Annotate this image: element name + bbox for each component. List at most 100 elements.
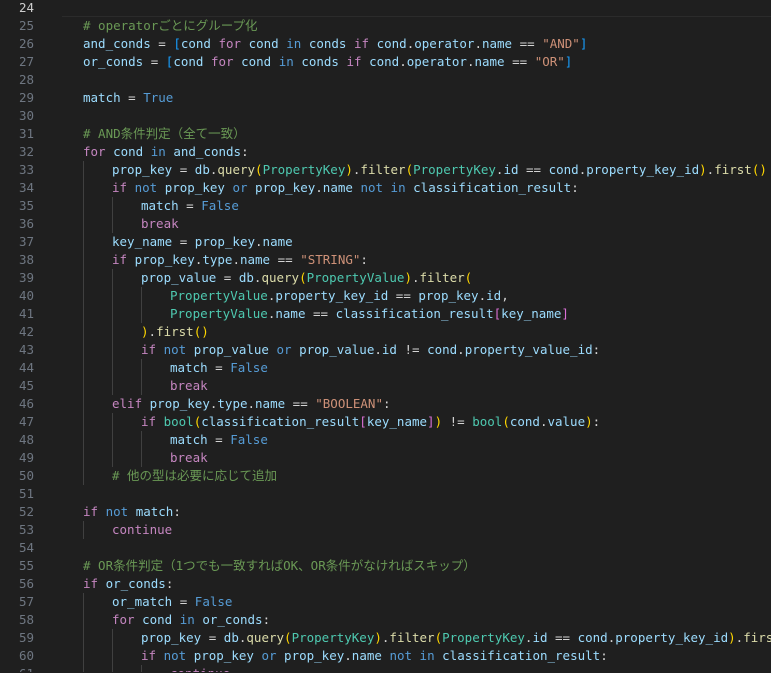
code-line[interactable]: 33 prop_key = db.query(PropertyKey).filte… [0, 161, 771, 179]
code-line[interactable]: 36 break [0, 215, 771, 233]
code-line[interactable]: 51 [0, 485, 771, 503]
code-token: prop_key [141, 630, 202, 645]
code-token: type [202, 252, 233, 267]
code-token: if [141, 342, 157, 357]
code-line[interactable]: 43 if not prop_value or prop_value.id != … [0, 341, 771, 359]
code-line[interactable]: 37 key_name = prop_key.name [0, 233, 771, 251]
code-line[interactable]: 39 prop_value = db.query(PropertyValue).f… [0, 269, 771, 287]
code-line[interactable]: 54 [0, 539, 771, 557]
code-token: : [165, 576, 174, 591]
code-line[interactable]: 46 elif prop_key.type.name == "BOOLEAN": [0, 395, 771, 413]
code-line[interactable]: 34 if not prop_key or prop_key.name not i… [0, 179, 771, 197]
code-token: classification_result [335, 306, 494, 321]
code-token: query [217, 162, 256, 177]
code-line[interactable]: 31 # AND条件判定（全て一致） [0, 125, 771, 143]
code-line[interactable]: 48 match = False [0, 431, 771, 449]
indent-guide [112, 305, 113, 323]
code-line[interactable]: 57 or_match = False [0, 593, 771, 611]
code-line[interactable]: 58 for cond in or_conds: [0, 611, 771, 629]
indent-guide [83, 215, 84, 233]
code-line[interactable]: 61 continue [0, 665, 771, 672]
code-token: not [389, 648, 413, 663]
code-token: ( [464, 270, 473, 285]
code-line[interactable]: 42).first() [0, 323, 771, 341]
code-line[interactable]: 40 PropertyValue. property_key_id == prop_… [0, 287, 771, 305]
code-line[interactable]: 55 # OR条件判定（1つでも一致すればOK、OR条件がなければスキップ） [0, 557, 771, 575]
code-token: or [261, 648, 277, 663]
code-line[interactable]: 32 for cond in and_conds: [0, 143, 771, 161]
code-token: match [83, 90, 121, 105]
code-token: == [285, 396, 316, 411]
code-token: # OR条件判定（1つでも一致すればOK、OR条件がなければスキップ） [83, 558, 476, 573]
indent-guide [112, 377, 113, 395]
code-token: classification_result [201, 414, 360, 429]
code-token: filter [389, 630, 435, 645]
code-token: filter [419, 270, 465, 285]
code-line[interactable]: 47 if bool(classification_result[key_name… [0, 413, 771, 431]
indent-guide [112, 287, 113, 305]
code-token: # AND条件判定（全て一致） [83, 126, 246, 141]
code-token: ] [427, 414, 435, 429]
code-token: match [170, 360, 208, 375]
code-token: in [419, 648, 435, 663]
code-line[interactable]: 60 if not prop_key or prop_key.name not i… [0, 647, 771, 665]
indent-guide [112, 629, 113, 647]
code-token: name [239, 252, 271, 267]
indent-guide [83, 611, 84, 629]
code-token: ) [374, 630, 382, 645]
code-token: False [230, 360, 268, 375]
code-line[interactable]: 27 or_conds = [cond for cond in conds if … [0, 53, 771, 71]
code-line[interactable]: 49 break [0, 449, 771, 467]
line-number: 40 [18, 288, 34, 303]
code-token: PropertyKey [291, 630, 375, 645]
code-line[interactable]: 29 match = True [0, 89, 771, 107]
line-number: 36 [18, 216, 34, 231]
code-token: ) [404, 270, 412, 285]
line-number: 54 [18, 540, 34, 555]
indent-guide [112, 359, 113, 377]
code-line[interactable]: 24 [0, 0, 771, 17]
code-line[interactable]: 52 if not match: [0, 503, 771, 521]
code-line[interactable]: 56 if or_conds: [0, 575, 771, 593]
code-token: = [207, 360, 231, 375]
code-token: name [481, 36, 513, 51]
code-line[interactable]: 45 break [0, 377, 771, 395]
indent-guide [83, 305, 84, 323]
code-token: = [172, 594, 195, 609]
code-token: prop_value [141, 270, 217, 285]
code-line[interactable]: 35 match = False [0, 197, 771, 215]
code-line[interactable]: 44 match = False [0, 359, 771, 377]
code-text: for cond in and_conds: [83, 143, 249, 161]
code-line[interactable]: 30 [0, 107, 771, 125]
line-number: 30 [18, 108, 34, 123]
indent-guide [83, 251, 84, 269]
code-token: id [503, 162, 519, 177]
code-line[interactable]: 59 prop_key = db.query(PropertyKey).filte… [0, 629, 771, 647]
indent-guide [141, 359, 142, 377]
code-token: False [201, 198, 239, 213]
code-line[interactable]: 53 continue [0, 521, 771, 539]
code-line[interactable]: 50 # 他の型は必要に応じて追加 [0, 467, 771, 485]
code-text: ).first() [141, 323, 209, 341]
code-token: "OR" [534, 54, 565, 69]
code-token: property_key_id [615, 630, 729, 645]
code-token: () [193, 324, 209, 339]
code-line[interactable]: 28 [0, 71, 771, 89]
code-line[interactable]: 25 # operatorごとにグループ化 [0, 17, 771, 35]
code-line[interactable]: 38 if prop_key.type.name == "STRING": [0, 251, 771, 269]
code-token: not [360, 180, 384, 195]
code-line[interactable]: 41 PropertyValue.name == classification_r… [0, 305, 771, 323]
code-token: in [150, 144, 166, 159]
code-token: if [83, 576, 99, 591]
code-editor[interactable]: 24 25 # operatorごとにグループ化 26 and_conds = [con… [0, 0, 771, 672]
code-line[interactable]: 26 and_conds = [cond for cond in conds if… [0, 35, 771, 53]
code-token: match [135, 504, 174, 519]
indent-guide [83, 413, 84, 431]
code-text: # operatorごとにグループ化 [83, 17, 258, 35]
